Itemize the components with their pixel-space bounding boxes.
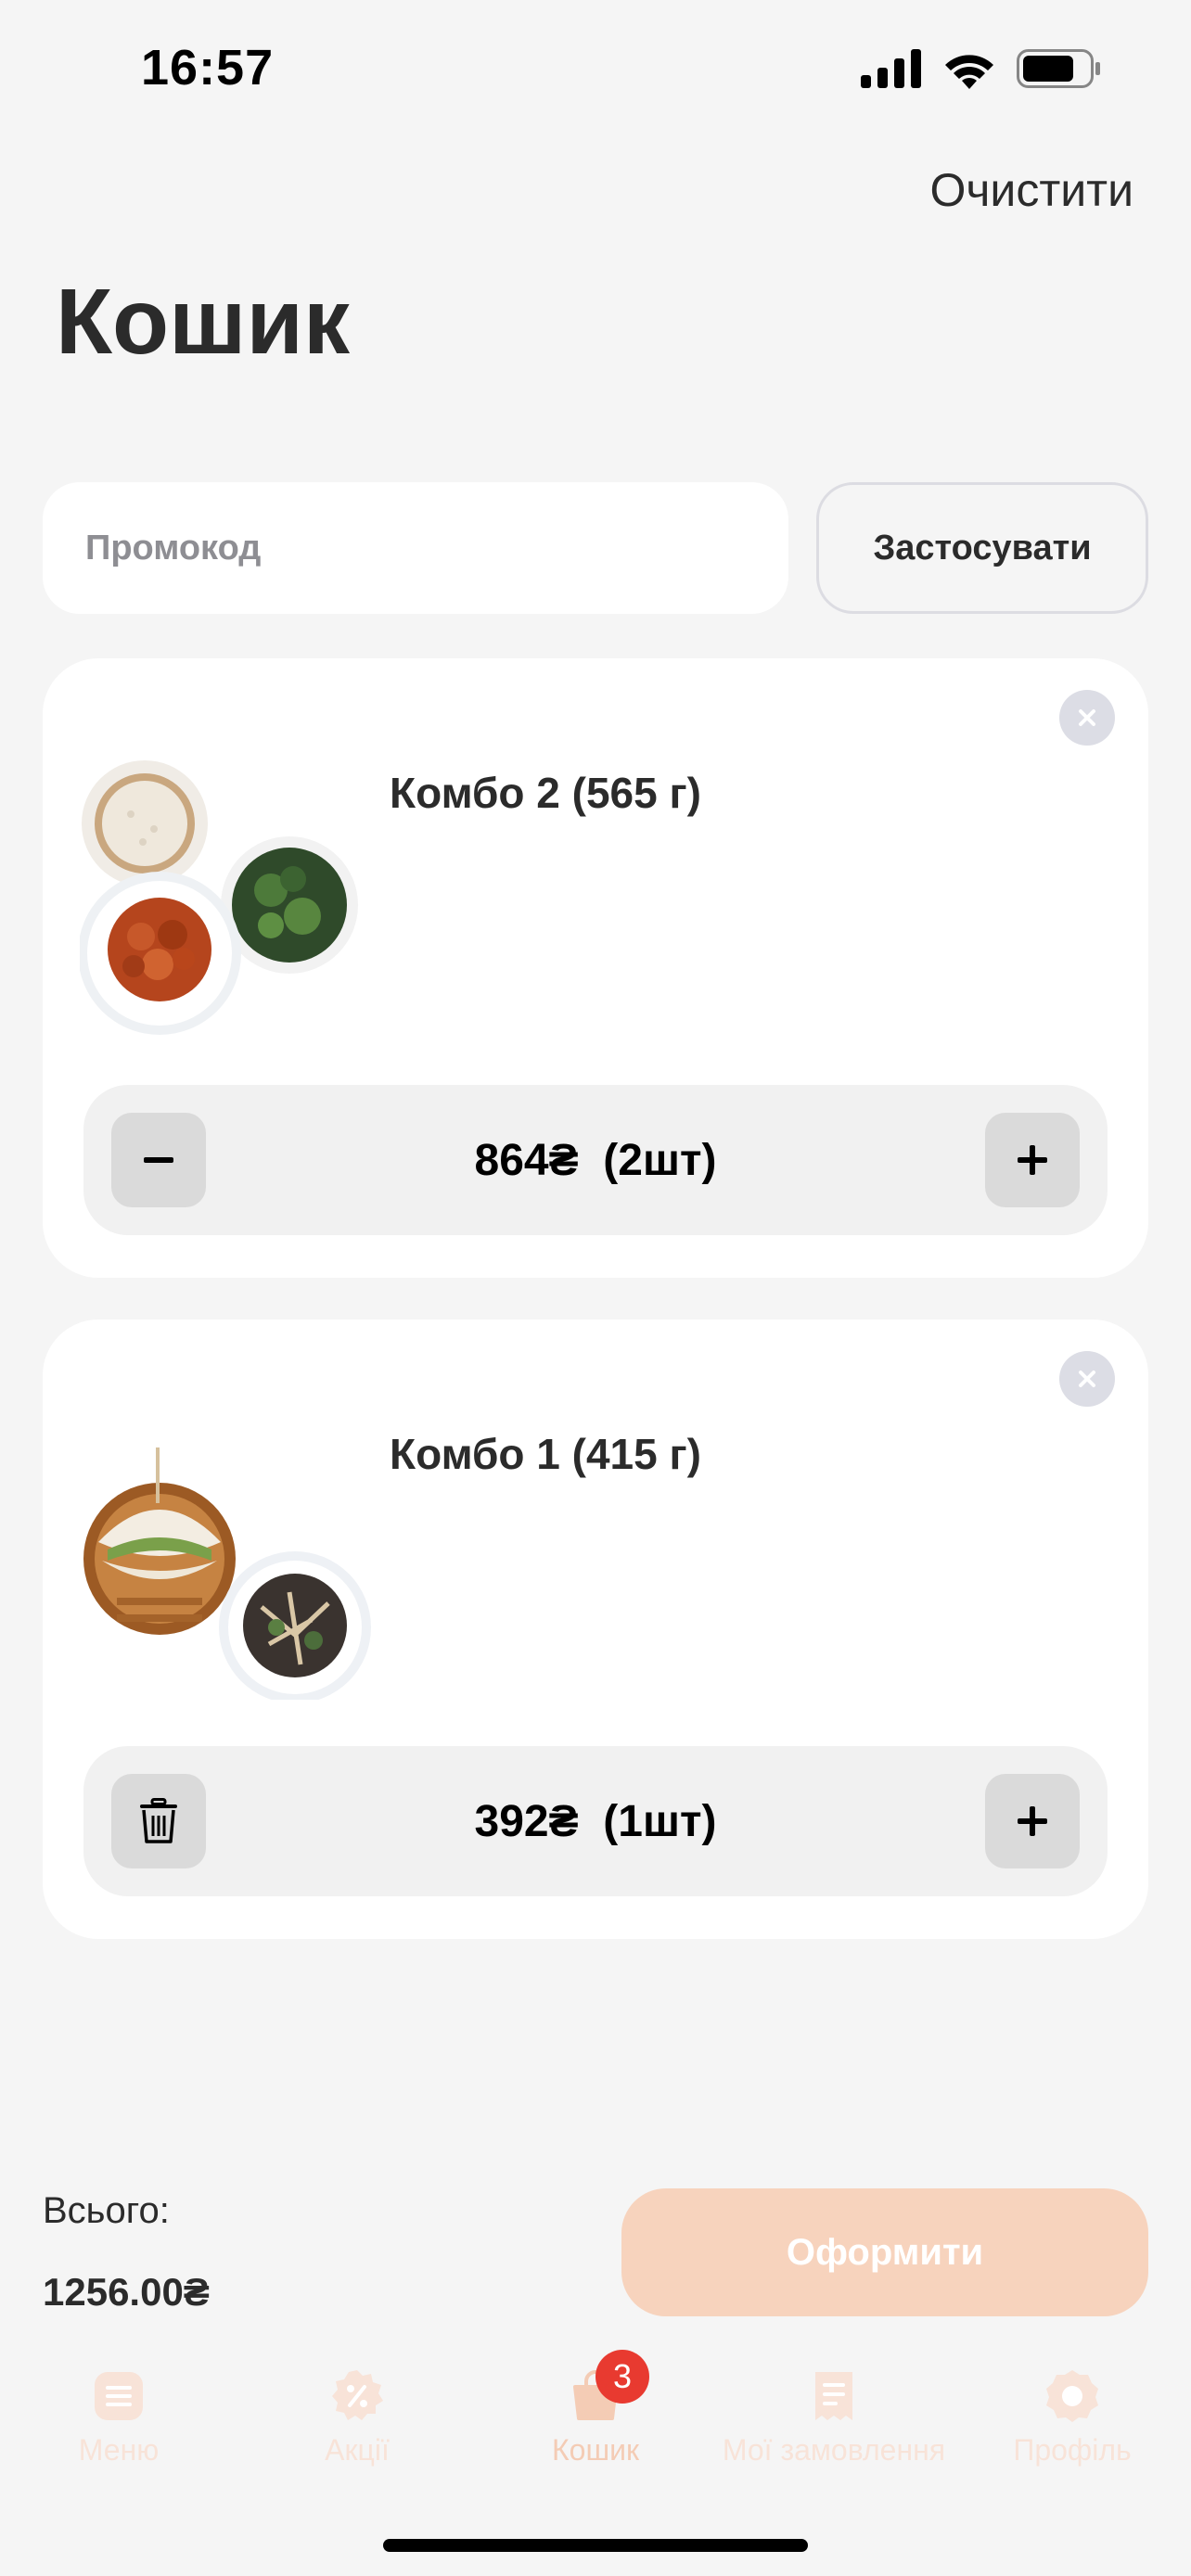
cart-item: Комбо 1 (415 г) 392₴ (1шт) [43, 1320, 1148, 1939]
promo-code-input[interactable] [43, 482, 788, 614]
cellular-signal-icon [861, 49, 921, 88]
item-price-quantity: 392₴ (1шт) [83, 1746, 1108, 1896]
tab-my-orders[interactable]: Мої замовлення [715, 2355, 953, 2504]
item-name: Комбо 1 (415 г) [390, 1430, 701, 1478]
tab-menu[interactable]: Меню [0, 2355, 237, 2504]
cart-item: Комбо 2 (565 г) 864₴ (2шт) [43, 658, 1148, 1278]
discount-icon [329, 2368, 385, 2424]
remove-item-button[interactable] [1059, 1351, 1115, 1407]
combo-1-image [83, 1447, 371, 1703]
tab-promotions[interactable]: Акції [238, 2355, 476, 2504]
tab-profile[interactable]: Профіль [954, 2355, 1191, 2504]
wifi-icon [945, 55, 993, 89]
apply-promo-button[interactable]: Застосувати [816, 482, 1148, 614]
home-indicator [383, 2539, 808, 2552]
menu-icon [91, 2368, 147, 2424]
total-value: 1256.00₴ [43, 2270, 210, 2314]
quantity-stepper: 864₴ (2шт) [83, 1085, 1108, 1235]
clear-cart-button[interactable]: Очистити [929, 163, 1133, 217]
item-quantity: (1шт) [603, 1796, 717, 1846]
item-image [80, 1422, 377, 1703]
tab-label: Профіль [1013, 2433, 1132, 2467]
battery-icon [1017, 49, 1100, 88]
orders-icon [806, 2368, 862, 2424]
combo-2-image [78, 760, 358, 1035]
plus-icon [1018, 1145, 1047, 1175]
close-icon [1079, 709, 1095, 726]
checkout-button[interactable]: Оформити [621, 2188, 1148, 2316]
item-name: Комбо 2 (565 г) [390, 769, 701, 817]
item-quantity: (2шт) [603, 1135, 717, 1185]
page-title: Кошик [56, 270, 350, 374]
plus-icon [1018, 1806, 1047, 1836]
item-price: 392₴ [474, 1796, 579, 1846]
total-label: Всього: [43, 2190, 170, 2231]
tab-label: Меню [78, 2433, 160, 2467]
status-icons [861, 48, 1102, 89]
status-time: 16:57 [141, 40, 275, 96]
tab-label: Акції [325, 2433, 390, 2467]
increase-quantity-button[interactable] [985, 1113, 1080, 1207]
close-icon [1079, 1371, 1095, 1387]
item-image [78, 760, 377, 1039]
status-bar: 16:57 [0, 0, 1191, 139]
item-price-quantity: 864₴ (2шт) [83, 1085, 1108, 1235]
tab-label: Мої замовлення [722, 2433, 946, 2467]
quantity-stepper: 392₴ (1шт) [83, 1746, 1108, 1896]
item-price: 864₴ [474, 1135, 579, 1185]
remove-item-button[interactable] [1059, 690, 1115, 746]
cart-count-badge: 3 [596, 2350, 649, 2404]
tab-label: Кошик [552, 2433, 639, 2467]
profile-icon [1044, 2368, 1100, 2424]
increase-quantity-button[interactable] [985, 1774, 1080, 1868]
